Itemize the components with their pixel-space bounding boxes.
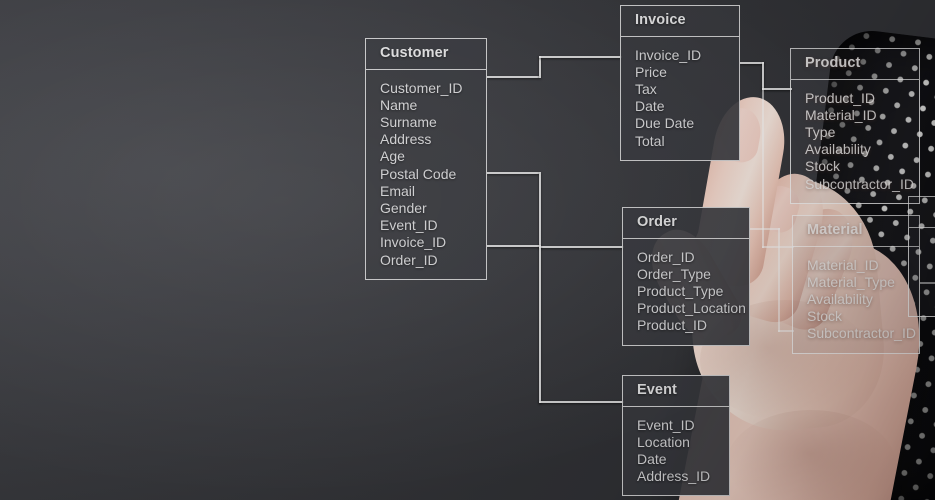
attribute: Product_Location (637, 300, 746, 317)
entity-customer-attributes: Customer_ID Name Surname Address Age Pos… (365, 69, 487, 280)
entity-event[interactable]: Event Event_ID Location Date Address_ID (622, 375, 730, 497)
attribute: Date (637, 450, 667, 467)
entity-event-attributes: Event_ID Location Date Address_ID (622, 406, 730, 497)
attribute: Event_ID (637, 416, 695, 433)
entity-product-attributes: Product_ID Material_ID Type Availability… (790, 79, 920, 204)
entity-customer-title: Customer (365, 38, 487, 70)
attribute: Address_ID (637, 468, 711, 485)
attribute: Product_ID (805, 89, 876, 106)
entity-offscreen-attributes (908, 227, 935, 318)
attribute: Order_Type (637, 265, 711, 282)
attribute: Total (635, 132, 665, 149)
attribute: Gender (380, 199, 427, 216)
entity-product-title: Product (790, 48, 920, 80)
attribute: Location (637, 433, 690, 450)
attribute: Email (380, 182, 416, 199)
entity-offscreen-partial (908, 196, 935, 318)
attribute: Surname (380, 113, 437, 130)
attribute: Material_ID (807, 256, 879, 273)
attribute: Age (380, 148, 405, 165)
entity-order-title: Order (622, 207, 750, 239)
attribute: Address (380, 131, 432, 148)
entity-product[interactable]: Product Product_ID Material_ID Type Avai… (790, 48, 920, 204)
attribute: Subcontractor_ID (807, 325, 916, 342)
entity-material-attributes: Material_ID Material_Type Availability S… (792, 246, 920, 354)
attribute: Invoice_ID (380, 234, 447, 251)
entity-material-title: Material (792, 215, 920, 247)
attribute: Availability (805, 141, 871, 158)
entity-invoice-title: Invoice (620, 5, 740, 37)
attribute: Subcontractor_ID (805, 175, 914, 192)
attribute: Material_Type (807, 273, 895, 290)
attribute: Date (635, 98, 665, 115)
attribute: Product_Type (637, 282, 724, 299)
entity-order[interactable]: Order Order_ID Order_Type Product_Type P… (622, 207, 750, 346)
attribute: Order_ID (380, 251, 438, 268)
attribute: Event_ID (380, 217, 438, 234)
attribute: Invoice_ID (635, 46, 702, 63)
attribute: Stock (805, 158, 841, 175)
entity-order-attributes: Order_ID Order_Type Product_Type Product… (622, 238, 750, 346)
attribute: Customer_ID (380, 79, 463, 96)
entity-invoice[interactable]: Invoice Invoice_ID Price Tax Date Due Da… (620, 5, 740, 161)
attribute: Tax (635, 80, 657, 97)
attribute: Name (380, 96, 418, 113)
attribute: Material_ID (805, 106, 877, 123)
screenshot-scene: Customer Customer_ID Name Surname Addres… (0, 0, 935, 500)
attribute: Due Date (635, 115, 695, 132)
entity-offscreen-title (908, 196, 935, 228)
attribute: Stock (807, 308, 843, 325)
entity-material[interactable]: Material Material_ID Material_Type Avail… (792, 215, 920, 354)
attribute: Postal Code (380, 165, 457, 182)
attribute: Type (805, 123, 836, 140)
entity-event-title: Event (622, 375, 730, 407)
attribute: Order_ID (637, 248, 695, 265)
attribute: Price (635, 63, 667, 80)
entity-customer[interactable]: Customer Customer_ID Name Surname Addres… (365, 38, 487, 280)
attribute: Product_ID (637, 317, 708, 334)
entity-invoice-attributes: Invoice_ID Price Tax Date Due Date Total (620, 36, 740, 161)
attribute: Availability (807, 290, 873, 307)
